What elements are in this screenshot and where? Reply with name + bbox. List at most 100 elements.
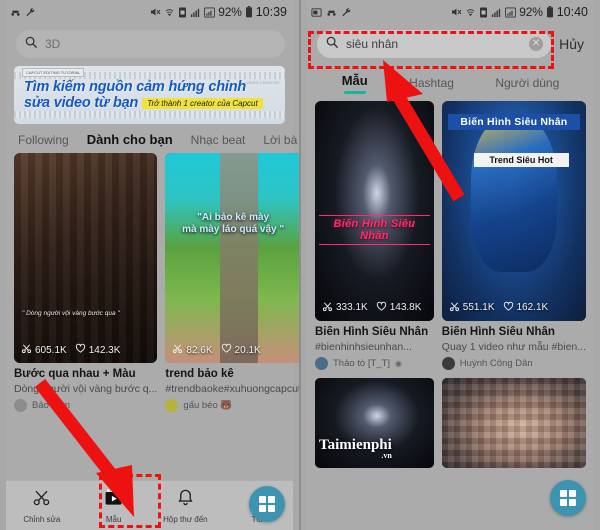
nav-label: Chỉnh sửa (23, 514, 61, 524)
like-count: 162.1K (503, 301, 548, 315)
tab-templates[interactable]: Mẫu (342, 73, 368, 94)
template-title: Biến Hình Siêu Nhân (441, 325, 555, 338)
like-count: 20.1K (221, 343, 261, 357)
floating-grid-button[interactable] (249, 486, 285, 522)
template-card[interactable]: Biến Hình Siêu Nhân 333.1K 143.8K Biến H… (315, 100, 434, 370)
template-thumbnail[interactable]: Taimienphi .vn (315, 377, 434, 468)
wifi-icon (164, 7, 175, 18)
thumbnail-overlay-title: Biến Hình Siêu Nhân (319, 214, 430, 245)
wifi-icon (465, 7, 476, 18)
template-description: #bienhinhsieunhan... (315, 340, 412, 353)
template-author[interactable]: Huỳnh Công Dân (441, 356, 586, 370)
tab-users-label: Người dùng (495, 76, 560, 91)
clock: 10:39 (255, 5, 287, 19)
template-stats: 551.1K 162.1K (449, 301, 580, 315)
bluetooth-icon (10, 7, 21, 18)
banner-title-line2: sửa video từ bạn (24, 95, 139, 111)
heart-icon (221, 343, 232, 357)
thumbnail-artwork (14, 153, 158, 363)
tab-lyrics[interactable]: Lời bà (263, 133, 297, 147)
like-count-value: 142.3K (88, 344, 121, 356)
nav-label: Mẫu (105, 514, 122, 524)
cancel-button[interactable]: Hủy (559, 36, 586, 52)
battery-percent: 92% (519, 5, 543, 19)
template-title: Biến Hình Siêu Nhân (315, 325, 429, 338)
banner-title-line1: Tìm kiếm nguồn cảm hứng chỉnh (24, 78, 247, 95)
scissors-icon (449, 301, 460, 315)
search-icon (24, 35, 38, 54)
author-name: Bảo Lâm (32, 400, 71, 411)
mute-icon (149, 6, 161, 18)
sim-icon (178, 7, 187, 18)
template-thumbnail[interactable]: "Ai bảo kê mày mà mày láo quá vậy " 82.6… (165, 153, 299, 363)
wrench-icon (25, 7, 36, 18)
template-author[interactable]: Bảo Lâm (14, 399, 157, 412)
author-name: Huỳnh Công Dân (459, 357, 533, 369)
nav-label: Hộp thư đến (163, 514, 208, 524)
right-phone-screen: 92% 10:40 siêu nhân ✕ Hủy Mẫu Hashtag Ng… (300, 0, 600, 530)
thumbnail-artwork (315, 100, 434, 321)
template-card[interactable]: Biến Hình Siêu Nhân Trend Siêu Hot 551.1… (441, 100, 586, 370)
template-thumbnail[interactable]: Biến Hình Siêu Nhân Trend Siêu Hot 551.1… (441, 100, 586, 321)
scissors-icon (322, 301, 333, 315)
battery-icon (546, 6, 554, 18)
tab-users[interactable]: Người dùng (495, 76, 559, 90)
template-author[interactable]: gấu béo 🐻 (165, 399, 299, 412)
tab-music-beat[interactable]: Nhạc beat (191, 133, 246, 147)
banner-strip-bottom (14, 111, 285, 118)
author-name: Thảo tò [T_T] (333, 357, 391, 369)
wrench-icon (341, 7, 352, 18)
template-author[interactable]: Thảo tò [T_T] ◉ (315, 356, 434, 370)
thumbnail-artwork (441, 100, 586, 321)
signal2-icon (505, 7, 517, 18)
bottom-navigation: Chỉnh sửa Mẫu Hộp thư đến (6, 480, 293, 530)
template-thumbnail[interactable]: " Dòng người vội vàng bước qua " 605.1K (14, 153, 158, 363)
floating-grid-button[interactable] (550, 480, 586, 516)
use-count: 551.1K (449, 301, 495, 315)
left-search-row: 3D (6, 24, 293, 64)
tab-for-you[interactable]: Dành cho bạn (87, 132, 173, 147)
search-input[interactable]: siêu nhân ✕ (317, 30, 552, 58)
search-icon (325, 35, 339, 54)
template-thumbnail[interactable] (441, 377, 586, 468)
template-stats: 333.1K 143.8K (322, 301, 428, 315)
thumbnail-artwork (165, 153, 299, 363)
avatar (441, 356, 455, 370)
tab-following[interactable]: Following (18, 133, 69, 147)
template-title: Bước qua nhau + Màu (14, 368, 136, 380)
tab-hashtag[interactable]: Hashtag (409, 76, 454, 90)
feed-tabs: Following Dành cho bạn Nhạc beat Lời bà (6, 124, 297, 153)
signal2-icon (204, 7, 216, 18)
sim-icon (479, 7, 488, 18)
scissors-icon (172, 343, 183, 357)
scissors-icon (21, 343, 32, 357)
sidebar-item-inbox[interactable]: Hộp thư đến (150, 488, 222, 524)
heart-icon (503, 301, 514, 315)
scissors-icon (32, 488, 51, 512)
clear-search-icon[interactable]: ✕ (529, 37, 544, 51)
left-template-grid: " Dòng người vội vàng bước qua " 605.1K (6, 153, 299, 412)
template-description: Quay 1 video như mẫu #bien... (441, 340, 586, 353)
sidebar-item-edit[interactable]: Chỉnh sửa (6, 488, 78, 524)
template-thumbnail[interactable]: Biến Hình Siêu Nhân 333.1K 143.8K (315, 100, 434, 321)
promo-banner[interactable]: CAPCUT EDITING TUTORIAL VIDEO CREATOR Tì… (14, 66, 285, 124)
template-card[interactable]: Taimienphi .vn (315, 377, 434, 468)
template-card[interactable]: " Dòng người vội vàng bước qua " 605.1K (14, 153, 158, 412)
sidebar-item-template[interactable]: Mẫu (78, 488, 150, 524)
tab-active-underline (343, 91, 366, 94)
avatar (14, 399, 27, 412)
bluetooth-icon (326, 7, 337, 18)
search-input[interactable]: 3D (16, 30, 285, 58)
battery-percent: 92% (218, 5, 242, 19)
signal-icon (190, 7, 201, 18)
template-title: trend bảo kê (165, 368, 234, 380)
template-description: #trendbaoke#xuhuongcapcut (165, 383, 300, 395)
template-card[interactable]: "Ai bảo kê mày mà mày láo quá vậy " 82.6… (165, 153, 300, 412)
right-status-bar: 92% 10:40 (307, 0, 594, 24)
thumbnail-overlay-subtitle: Trend Siêu Hot (473, 153, 569, 168)
thumbnail-caption: " Dòng người vội vàng bước qua " (22, 310, 120, 317)
use-count-value: 551.1K (462, 302, 495, 313)
use-count-value: 333.1K (336, 302, 368, 313)
template-card[interactable] (441, 377, 586, 468)
right-search-row: siêu nhân ✕ Hủy (307, 24, 594, 64)
